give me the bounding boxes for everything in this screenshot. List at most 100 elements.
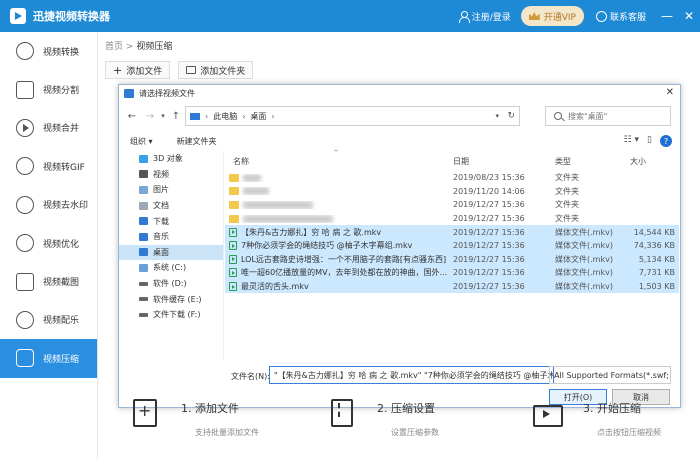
crown-icon [528, 12, 540, 20]
videos-icon [139, 170, 148, 179]
row-date: 2019/12/27 15:36 [453, 241, 525, 251]
step-title: 2. 压缩设置 [377, 402, 435, 415]
drive-icon [139, 297, 148, 302]
file-list: ^ 名称 日期 类型 大小 2019/08/23 15:36 文件夹 2019/… [225, 149, 679, 361]
row-size: 7,731 KB [638, 268, 675, 278]
sidebar-item-video-split[interactable]: 视频分割 [0, 70, 97, 108]
tree-item-drive-d[interactable]: 软件 (D:) [119, 276, 223, 292]
tree-item-label: 桌面 [153, 247, 169, 257]
back-arrow-icon[interactable]: ← [123, 111, 141, 122]
address-folder[interactable]: 桌面 [250, 111, 266, 122]
tree-item-documents[interactable]: 文档 [119, 198, 223, 214]
step-subtitle: 点击按钮压缩视频 [597, 428, 661, 437]
row-type: 媒体文件(.mkv) [555, 227, 613, 237]
address-dropdown-icon[interactable]: ▾ [495, 112, 499, 120]
step-title: 1. 添加文件 [181, 402, 239, 415]
folder-row[interactable]: 2019/08/23 15:36 文件夹 [225, 171, 679, 185]
vip-button[interactable]: 开通VIP [520, 6, 584, 26]
refresh-icon[interactable]: ↻ [507, 111, 515, 121]
close-button[interactable]: ✕ [678, 0, 700, 32]
new-folder-button[interactable]: 新建文件夹 [177, 136, 217, 147]
user-icon [458, 10, 470, 23]
sidebar-item-watermark[interactable]: 视频去水印 [0, 186, 97, 224]
login-button[interactable]: 注册/登录 [458, 10, 511, 23]
row-name: LOL远古套路史诗增强：一个不用脑子的套路[有点骚东西]... [241, 254, 447, 264]
tree-item-pictures[interactable]: 图片 [119, 182, 223, 198]
optimize-icon [16, 234, 34, 253]
sidebar-item-compress[interactable]: 视频压缩 [0, 339, 97, 378]
tree-item-label: 系统 (C:) [153, 263, 187, 273]
tree-item-videos[interactable]: 视频 [119, 167, 223, 183]
folder-row[interactable]: 2019/11/20 14:06 文件夹 [225, 185, 679, 199]
row-type: 文件夹 [555, 173, 579, 183]
minimize-button[interactable]: — [656, 0, 678, 32]
sidebar-item-video-convert[interactable]: 视频转换 [0, 32, 97, 70]
address-root[interactable]: 此电脑 [213, 111, 237, 122]
column-type[interactable]: 类型 [555, 156, 571, 167]
column-date[interactable]: 日期 [453, 156, 469, 167]
preview-pane-icon[interactable]: ▯ [647, 135, 652, 147]
support-label: 联系客服 [609, 12, 646, 23]
file-row[interactable]: 最灵活的舌头.mkv 2019/12/27 15:36 媒体文件(.mkv) 1… [225, 279, 679, 294]
folder-row[interactable]: 2019/12/27 15:36 文件夹 [225, 198, 679, 212]
organize-menu[interactable]: 组织 ▾ [130, 136, 153, 147]
file-row[interactable]: LOL远古套路史诗增强：一个不用脑子的套路[有点骚东西]... 2019/12/… [225, 252, 679, 267]
add-file-icon [129, 397, 161, 429]
sidebar-item-label: 视频去水印 [43, 201, 89, 212]
file-row[interactable]: 7种你必须学会的绳结技巧 @柚子木字幕组.mkv 2019/12/27 15:3… [225, 238, 679, 253]
address-sep: › [242, 111, 246, 121]
column-name[interactable]: 名称 [233, 156, 249, 167]
sidebar-item-optimize[interactable]: 视频优化 [0, 224, 97, 262]
row-type: 文件夹 [555, 214, 579, 224]
sidebar-item-video-merge[interactable]: 视频合并 [0, 109, 97, 147]
row-size: 14,544 KB [633, 227, 675, 237]
up-arrow-icon[interactable]: ↑ [167, 111, 185, 122]
search-input[interactable]: 搜索"桌面" [545, 106, 671, 126]
documents-icon [139, 201, 148, 210]
breadcrumb-home[interactable]: 首页 [105, 42, 123, 52]
blurred-name [243, 187, 269, 196]
sidebar-item-label: 视频压缩 [43, 354, 80, 365]
folder-icon [186, 66, 197, 74]
dialog-close-button[interactable]: ✕ [666, 87, 674, 98]
row-size: 5,134 KB [638, 254, 675, 264]
compress-icon [16, 349, 34, 368]
sidebar-item-label: 视频截图 [43, 278, 80, 289]
address-bar[interactable]: › 此电脑 › 桌面 › ▾ ↻ [185, 106, 520, 126]
file-row[interactable]: 唯一超60亿播放量的MV，去年到处都在放的神曲，国外... 2019/12/27… [225, 266, 679, 280]
forward-arrow-icon[interactable]: → [141, 111, 159, 122]
step-compress-settings: 2. 压缩设置 设置压缩参数 [325, 397, 439, 438]
filetype-select[interactable]: All Supported Formats(*.swf; [549, 366, 671, 384]
tree-item-drive-f[interactable]: 文件下载 (F:) [119, 307, 223, 323]
add-file-button[interactable]: + 添加文件 [105, 61, 171, 79]
tree-item-desktop[interactable]: 桌面 [119, 244, 223, 261]
dialog-nav-bar: ← → ▾ ↑ › 此电脑 › 桌面 › ▾ ↻ 搜索"桌面" [119, 102, 680, 130]
file-open-dialog: 请选择视频文件 ✕ ← → ▾ ↑ › 此电脑 › 桌面 › ▾ ↻ 搜索"桌面… [118, 84, 681, 408]
tree-item-downloads[interactable]: 下载 [119, 213, 223, 229]
video-file-icon [229, 268, 237, 278]
sidebar-item-music[interactable]: 视频配乐 [0, 301, 97, 339]
sidebar-item-label: 视频配乐 [43, 316, 80, 327]
support-button[interactable]: 联系客服 [595, 10, 646, 23]
headset-icon [595, 10, 607, 22]
tree-item-music[interactable]: 音乐 [119, 229, 223, 245]
tree-item-drive-c[interactable]: 系统 (C:) [119, 260, 223, 276]
music-note-icon [139, 232, 148, 241]
tree-item-label: 软件缓存 (E:) [153, 294, 202, 304]
add-folder-button[interactable]: 添加文件夹 [178, 61, 254, 79]
tree-item-3d-objects[interactable]: 3D 对象 [119, 151, 223, 167]
sidebar-item-screenshot[interactable]: 视频截图 [0, 262, 97, 300]
row-size: 1,503 KB [638, 282, 675, 292]
help-icon[interactable]: ? [660, 135, 672, 147]
row-date: 2019/08/23 15:36 [453, 173, 525, 183]
view-options-icon[interactable]: ☷ ▾ [624, 135, 639, 147]
folder-row[interactable]: 2019/12/27 15:36 文件夹 [225, 212, 679, 226]
recent-dropdown-icon[interactable]: ▾ [159, 112, 167, 120]
filename-input[interactable]: "【朱丹&古力娜扎】穷 哈 病 之 歌.mkv" "7种你必须学会的绳结技巧 @… [269, 366, 554, 384]
sidebar-item-video-gif[interactable]: 视频转GIF [0, 147, 97, 185]
pictures-icon [139, 185, 148, 194]
file-row[interactable]: 【朱丹&古力娜扎】穷 哈 病 之 歌.mkv 2019/12/27 15:36 … [225, 225, 679, 239]
tree-item-drive-e[interactable]: 软件缓存 (E:) [119, 291, 223, 307]
column-size[interactable]: 大小 [630, 156, 646, 167]
video-split-icon [16, 80, 34, 99]
